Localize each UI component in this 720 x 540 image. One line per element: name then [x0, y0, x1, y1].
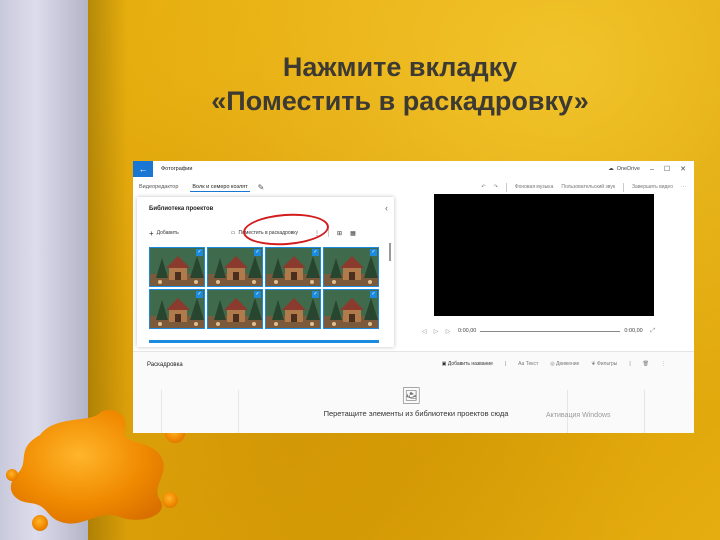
add-title-button[interactable]: ▣ Добавить название: [442, 361, 493, 367]
project-thumbnail[interactable]: ✓: [207, 247, 263, 287]
breadcrumb[interactable]: Видеоредактор: [139, 184, 178, 190]
drop-hint: Перетащите элементы из библиотеки проект…: [323, 409, 509, 418]
image-stack-icon: 🖼: [401, 388, 422, 405]
onedrive-label: OneDrive: [616, 166, 640, 172]
storyboard-toolbar: ▣ Добавить название | Aa Текст ◎ Движени…: [442, 361, 666, 367]
total-time: 0:00,00: [624, 328, 643, 334]
large-grid-view-icon[interactable]: ▦: [350, 230, 356, 237]
project-name[interactable]: Волк и семеро козлят: [190, 183, 250, 192]
more-options-icon[interactable]: ···: [681, 184, 686, 190]
filters-button[interactable]: ❦ Фильтры: [591, 361, 617, 367]
add-button[interactable]: + Добавить: [149, 229, 179, 238]
redo-icon[interactable]: ↷: [494, 184, 498, 190]
project-thumbnail[interactable]: ✓: [149, 289, 205, 329]
collapse-chevron-icon[interactable]: ‹: [385, 203, 388, 213]
checkmark-icon[interactable]: ✓: [312, 291, 319, 298]
divider: |: [629, 361, 631, 367]
divider: [623, 182, 625, 192]
slide-title: Нажмите вкладку «Поместить в раскадровку…: [130, 50, 670, 118]
undo-icon[interactable]: ↶: [481, 184, 485, 190]
slide-title-line-2: «Поместить в раскадровку»: [211, 86, 589, 116]
motion-label: Движение: [556, 361, 580, 367]
storyboard-panel: Раскадровка ▣ Добавить название | Aa Тек…: [133, 352, 694, 433]
project-thumbnail[interactable]: ✓: [323, 247, 379, 287]
maximize-button[interactable]: ☐: [664, 165, 670, 173]
divider: [505, 182, 507, 192]
next-icon[interactable]: ▷: [442, 328, 454, 335]
checkmark-icon[interactable]: ✓: [254, 249, 261, 256]
grid-view-icon[interactable]: ⊞: [337, 230, 342, 237]
project-library-panel: Библиотека проектов ‹ + Добавить ▭ Помес…: [137, 197, 394, 347]
divider: |: [504, 361, 507, 367]
play-icon[interactable]: ▷: [430, 328, 442, 335]
storyboard-title: Раскадровка: [147, 362, 183, 368]
text-icon: Aa: [518, 361, 525, 367]
seek-bar[interactable]: [480, 330, 621, 332]
plus-icon: +: [149, 228, 154, 238]
windows-activation-watermark: Активация Windows: [546, 412, 611, 419]
photos-app-window: ← Фотографии ☁ OneDrive – ☐ ✕ Видеоредак…: [133, 161, 694, 433]
checkmark-icon[interactable]: ✓: [196, 291, 203, 298]
slide-title-line-1: Нажмите вкладку: [282, 52, 518, 82]
checkmark-icon[interactable]: ✓: [196, 249, 203, 256]
current-time: 0:00,00: [458, 328, 477, 334]
checkmark-icon[interactable]: ✓: [370, 291, 377, 298]
pencil-icon[interactable]: ✎: [258, 183, 265, 192]
previous-icon[interactable]: ◁: [418, 328, 430, 335]
onedrive-status[interactable]: ☁ OneDrive: [608, 166, 640, 172]
library-title: Библиотека проектов: [149, 206, 214, 212]
more-options-icon[interactable]: ⋮: [661, 361, 666, 367]
checkmark-icon[interactable]: ✓: [254, 291, 261, 298]
checkmark-icon[interactable]: ✓: [370, 249, 377, 256]
motion-button[interactable]: ◎ Движение: [550, 361, 579, 367]
video-preview: [434, 194, 654, 316]
project-thumbnail[interactable]: ✓: [207, 289, 263, 329]
project-thumbnail[interactable]: ✓: [265, 247, 321, 287]
playback-controls: ◁ ▷ ▷ 0:00,00 0:00,00 ⤢: [418, 325, 688, 337]
finish-video-button[interactable]: Завершить видео: [632, 184, 673, 190]
divider: [328, 229, 330, 237]
project-thumbnail[interactable]: ✓: [265, 289, 321, 329]
background-music-button[interactable]: Фоновая музыка: [515, 184, 554, 190]
text-button[interactable]: Aa Текст: [518, 361, 538, 367]
project-thumbnail[interactable]: ✓: [149, 247, 205, 287]
checkmark-icon[interactable]: ✓: [312, 249, 319, 256]
title-card-icon: ▣: [441, 361, 447, 367]
app-name: Фотографии: [161, 166, 193, 172]
filter-icon: ❦: [591, 361, 596, 367]
title-bar: ← Фотографии ☁ OneDrive – ☐ ✕: [133, 161, 694, 177]
selection-bar: [149, 340, 379, 343]
cloud-icon: ☁: [608, 166, 614, 172]
delete-icon[interactable]: 🗑: [643, 361, 649, 367]
thumbnail-grid: ✓ ✓ ✓ ✓ ✓ ✓ ✓ ✓: [149, 247, 385, 329]
text-label: Текст: [525, 361, 539, 367]
motion-icon: ◎: [550, 361, 555, 367]
project-thumbnail[interactable]: ✓: [323, 289, 379, 329]
back-arrow-icon: ←: [138, 164, 148, 174]
add-label: Добавить: [156, 230, 179, 236]
storyboard-icon: ▭: [230, 230, 236, 236]
highlight-oval: [242, 211, 330, 248]
add-title-label: Добавить название: [447, 361, 493, 367]
back-button[interactable]: ←: [133, 161, 153, 177]
close-button[interactable]: ✕: [680, 165, 686, 173]
filters-label: Фильтры: [596, 361, 618, 367]
custom-audio-button[interactable]: Пользовательский звук: [561, 184, 615, 190]
scrollbar[interactable]: [389, 243, 391, 261]
fullscreen-icon[interactable]: ⤢: [647, 328, 659, 335]
minimize-button[interactable]: –: [650, 166, 654, 173]
storyboard-slot[interactable]: [161, 390, 239, 433]
